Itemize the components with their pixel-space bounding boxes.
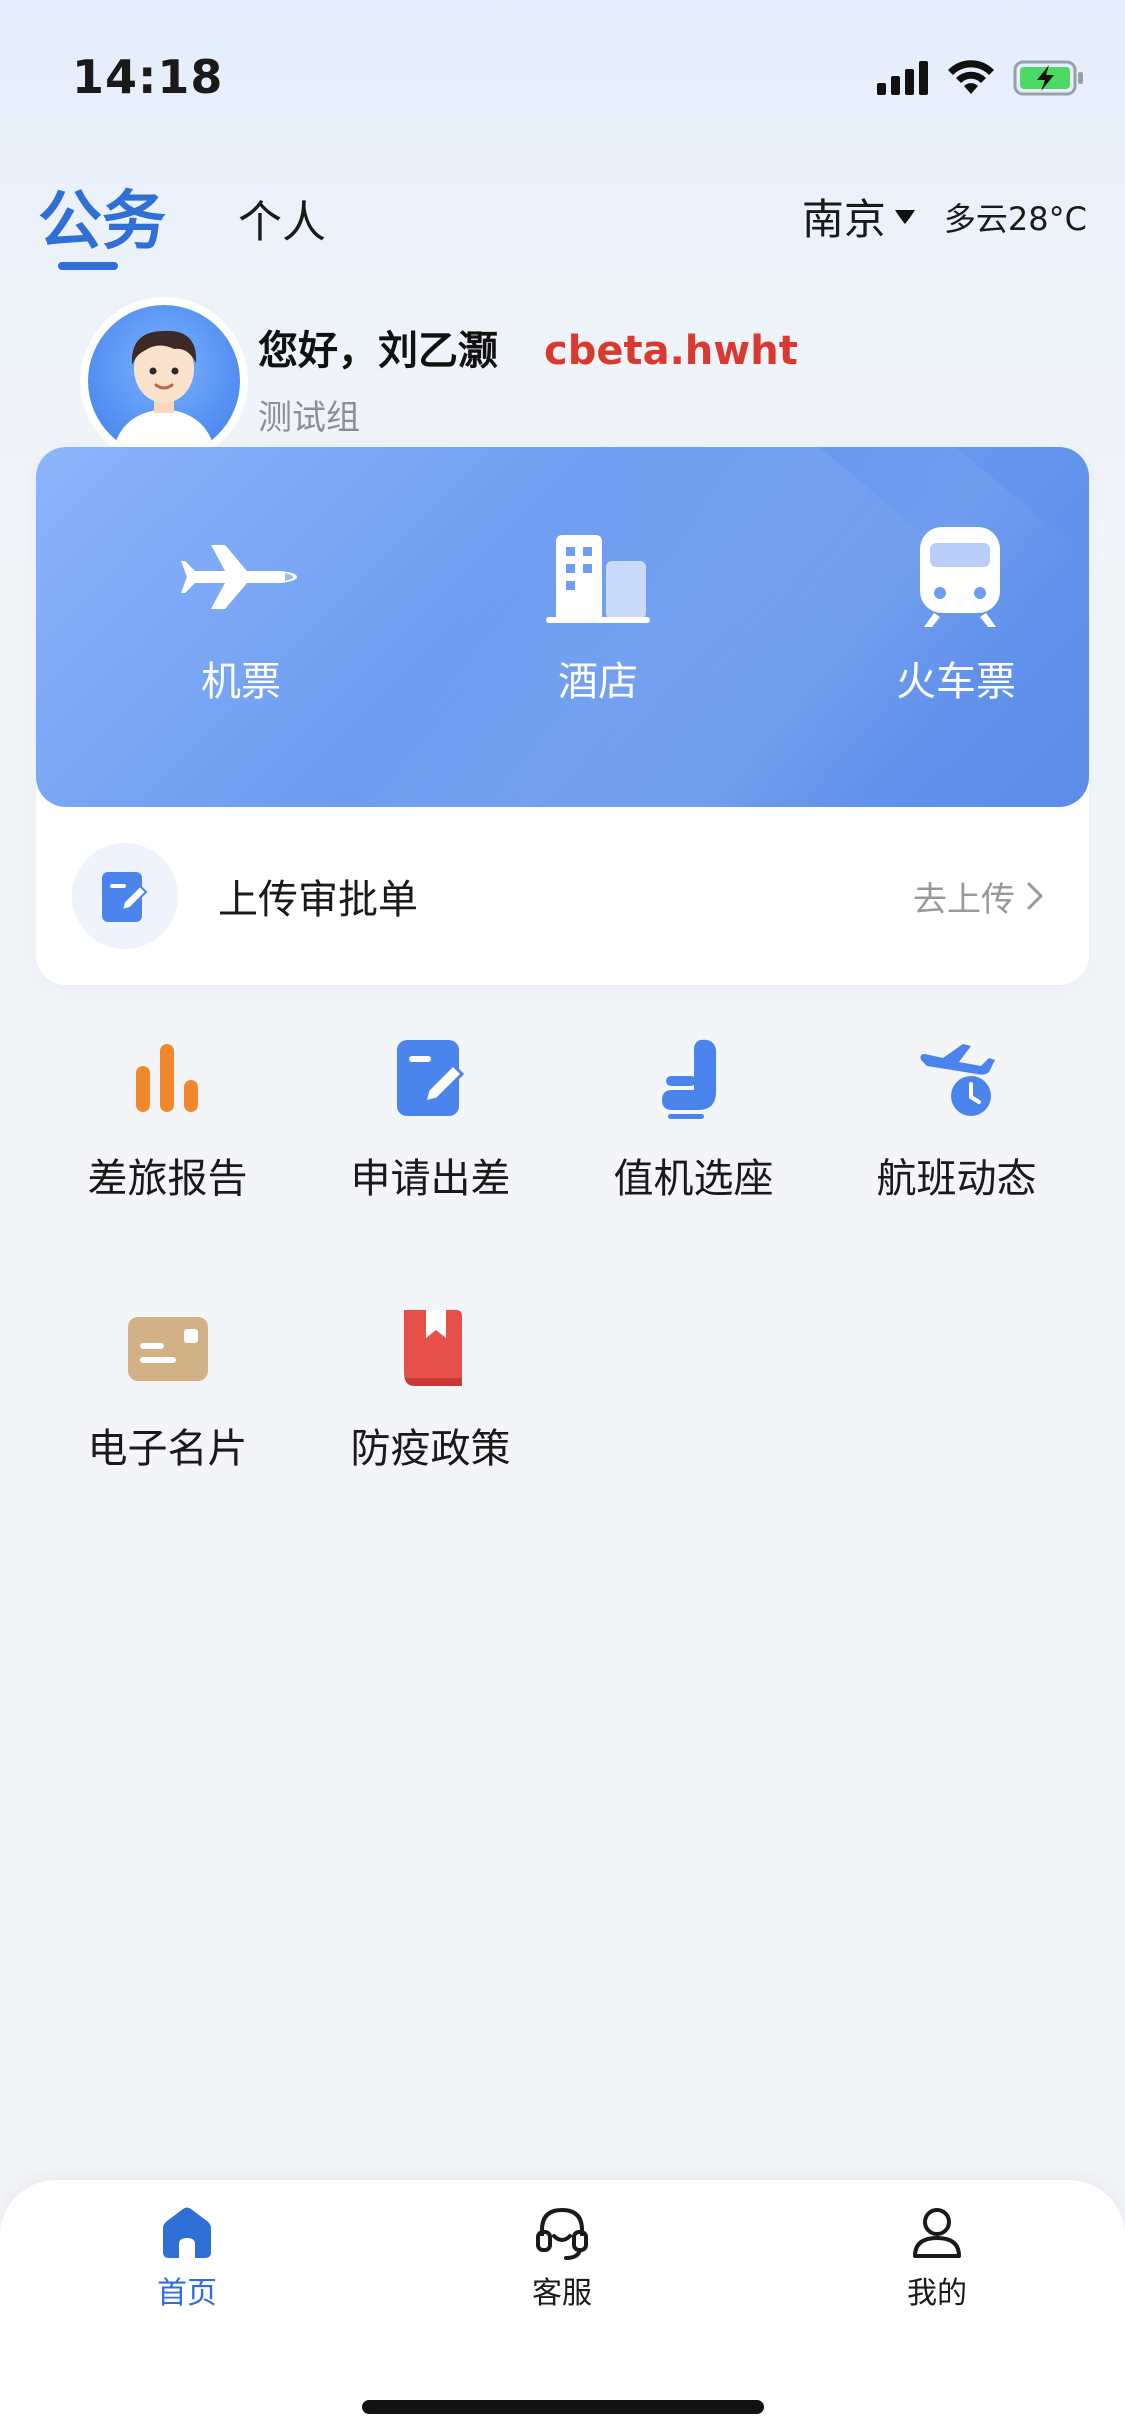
- grid-item-label: 值机选座: [613, 1156, 774, 1202]
- upload-icon-wrap: [72, 843, 178, 949]
- bar-chart-icon: [120, 1030, 216, 1126]
- active-tab-indicator: [58, 262, 118, 270]
- service-train[interactable]: 火车票: [836, 527, 1076, 707]
- service-flight-label: 机票: [201, 659, 281, 705]
- group-name: 测试组: [258, 398, 360, 438]
- grid-item-checkin-seat[interactable]: 值机选座: [562, 1030, 825, 1204]
- grid-item-apply-trip[interactable]: 申请出差: [299, 1030, 562, 1204]
- home-indicator: [362, 2400, 764, 2414]
- tab-work-label: 公务: [38, 185, 166, 259]
- signal-icon: [877, 61, 928, 95]
- status-icons: [877, 60, 1085, 96]
- upload-action-label: 去上传: [913, 879, 1015, 920]
- environment-label: cbeta.hwht: [544, 328, 798, 374]
- grid-item-label: 电子名片: [87, 1426, 248, 1472]
- grid-item-travel-report[interactable]: 差旅报告: [36, 1030, 299, 1204]
- grid-item-business-card[interactable]: 电子名片: [36, 1300, 299, 1474]
- service-panel: 机票 酒店 火车票: [36, 447, 1089, 807]
- weather-info: 多云28°C: [943, 199, 1087, 238]
- business-card-icon: [120, 1300, 216, 1396]
- service-train-label: 火车票: [896, 659, 1016, 705]
- city-weather: 南京 多云28°C: [802, 186, 1087, 247]
- grid-item-epidemic-policy[interactable]: 防疫政策: [299, 1300, 562, 1474]
- grid-item-label: 防疫政策: [350, 1426, 511, 1472]
- battery-charging-icon: [1013, 60, 1083, 96]
- greeting-name: 您好，刘乙灏: [258, 328, 498, 374]
- status-bar: 14:18: [0, 0, 1125, 140]
- tab-personal[interactable]: 个人: [238, 186, 326, 250]
- chevron-right-icon: [1027, 882, 1043, 910]
- home-icon: [163, 2207, 211, 2258]
- seat-icon: [646, 1030, 742, 1126]
- edit-document-icon: [102, 872, 148, 922]
- user-icon: [913, 2208, 961, 2258]
- status-time: 14:18: [72, 50, 224, 104]
- booking-card: 机票 酒店 火车票 上传审批单 去上传: [36, 447, 1089, 985]
- train-icon: [920, 527, 1000, 627]
- tabbar-service[interactable]: 客服: [462, 2202, 662, 2312]
- service-flight[interactable]: 机票: [121, 527, 361, 707]
- tabbar-mine-label: 我的: [907, 2276, 967, 2311]
- avatar-illustration: [112, 330, 216, 457]
- upload-label: 上传审批单: [218, 877, 418, 923]
- grid-item-flight-status[interactable]: 航班动态: [825, 1030, 1088, 1204]
- headset-icon: [536, 2207, 588, 2260]
- upload-approval-row[interactable]: 上传审批单 去上传: [36, 807, 1089, 985]
- tab-work[interactable]: 公务: [38, 170, 166, 270]
- grid-item-label: 申请出差: [350, 1156, 511, 1202]
- caret-down-icon[interactable]: [894, 208, 916, 226]
- avatar[interactable]: [88, 305, 240, 457]
- city-selector[interactable]: 南京: [802, 186, 886, 247]
- tabbar-mine[interactable]: 我的: [837, 2202, 1037, 2312]
- flight-clock-icon: [909, 1030, 1005, 1126]
- service-hotel[interactable]: 酒店: [478, 527, 718, 707]
- airplane-icon: [181, 545, 297, 609]
- grid-item-label: 差旅报告: [87, 1156, 248, 1202]
- tabbar-service-label: 客服: [532, 2276, 592, 2311]
- wifi-icon: [948, 60, 994, 94]
- greeting: 您好，刘乙灏 cbeta.hwht: [258, 318, 798, 376]
- book-bookmark-icon: [383, 1300, 479, 1396]
- tabbar-home[interactable]: 首页: [87, 2202, 287, 2312]
- upload-action[interactable]: 去上传: [913, 872, 1045, 921]
- tabbar-home-label: 首页: [157, 2276, 217, 2311]
- hotel-icon: [546, 535, 650, 623]
- bottom-tab-bar: 首页 客服 我的: [0, 2180, 1125, 2436]
- service-hotel-label: 酒店: [558, 659, 638, 705]
- top-tabs: 公务 个人: [38, 170, 326, 270]
- grid-item-label: 航班动态: [876, 1156, 1037, 1202]
- edit-document-icon: [383, 1030, 479, 1126]
